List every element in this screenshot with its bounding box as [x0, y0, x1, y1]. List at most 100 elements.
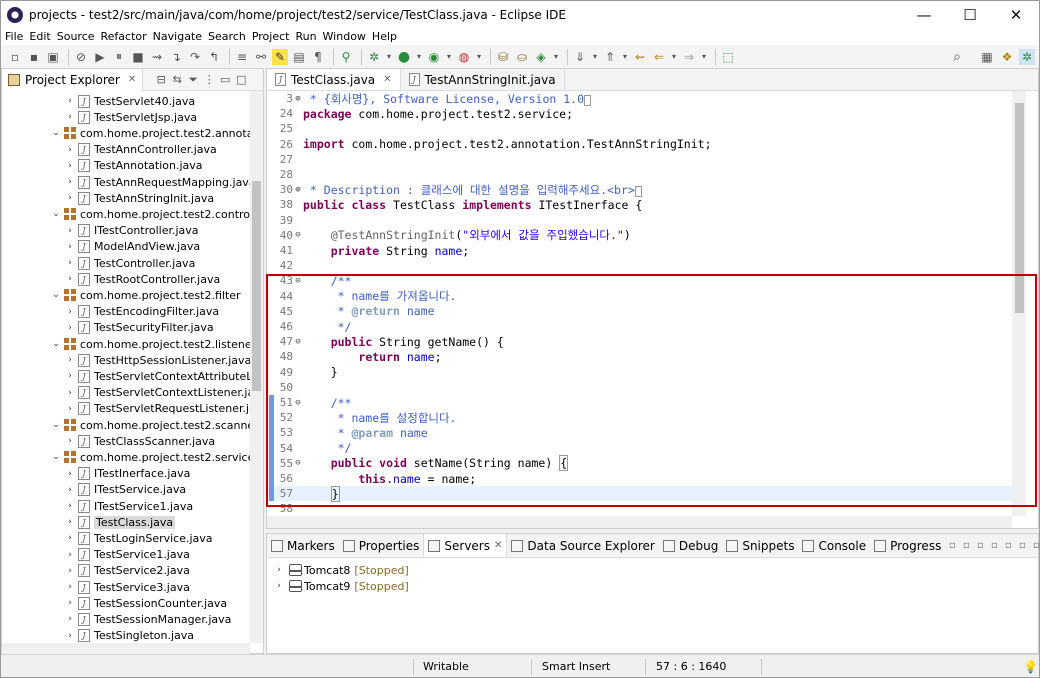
- tree-file-item[interactable]: ›J TestServletContextAttributeListe: [64, 368, 250, 384]
- minimize-view-icon[interactable]: ▫: [1029, 540, 1039, 551]
- tree-file-item[interactable]: › J ITestController.java: [64, 223, 199, 239]
- collapsed-chevron-icon[interactable]: ›: [64, 307, 76, 317]
- menu-file[interactable]: File: [5, 30, 23, 43]
- collapsed-chevron-icon[interactable]: ›: [64, 404, 76, 414]
- dropdown-icon[interactable]: ▾: [591, 49, 599, 65]
- tree-file-item[interactable]: › J TestSingleton.java: [64, 628, 194, 643]
- collapsed-chevron-icon[interactable]: ›: [64, 598, 76, 608]
- tree-file-item[interactable]: › J TestService1.java: [64, 547, 190, 563]
- tree-file-item[interactable]: › J TestSessionCounter.java: [64, 595, 227, 611]
- scrollbar-thumb[interactable]: [252, 181, 261, 391]
- tree-package-item[interactable]: ⌄ com.home.project.test2.service: [50, 449, 250, 465]
- link-with-editor-icon[interactable]: ⇆: [169, 73, 185, 87]
- tree-file-item[interactable]: › J ModelAndView.java: [64, 239, 200, 255]
- expanded-chevron-icon[interactable]: ⌄: [50, 290, 62, 300]
- stop-server-icon[interactable]: ▫: [987, 540, 1001, 551]
- tree-package-item[interactable]: ⌄ com.home.project.test2.annotation: [50, 125, 250, 141]
- disconnect-icon[interactable]: ⇝: [149, 49, 165, 65]
- collapsed-chevron-icon[interactable]: ›: [64, 485, 76, 495]
- collapsed-chevron-icon[interactable]: ›: [64, 145, 76, 155]
- tree-file-item[interactable]: › J ITestService1.java: [64, 498, 193, 514]
- tree-horizontal-scrollbar[interactable]: [2, 643, 250, 654]
- tree-file-item[interactable]: › J TestService3.java: [64, 579, 190, 595]
- tree-file-item[interactable]: › J ITestService.java: [64, 482, 186, 498]
- tree-file-item[interactable]: › J TestAnnRequestMapping.java: [64, 174, 250, 190]
- server-row[interactable]: › Tomcat8 [Stopped]: [273, 562, 409, 578]
- menu-search[interactable]: Search: [208, 30, 246, 43]
- collapsed-chevron-icon[interactable]: ›: [64, 517, 76, 527]
- tree-package-item[interactable]: ⌄ com.home.project.test2.controller: [50, 206, 250, 222]
- collapsed-chevron-icon[interactable]: ›: [64, 614, 76, 624]
- whitespace-icon[interactable]: ¶: [310, 49, 326, 65]
- code-line[interactable]: 27: [267, 152, 1012, 167]
- code-line[interactable]: 41 private String name;: [267, 243, 1012, 258]
- tree-file-item[interactable]: › J TestController.java: [64, 255, 195, 271]
- tab-properties[interactable]: Properties: [339, 534, 424, 557]
- debug-server-icon[interactable]: ▫: [959, 540, 973, 551]
- maximize-view-icon[interactable]: □: [233, 73, 249, 87]
- tab-servers[interactable]: Servers ✕: [423, 534, 508, 557]
- tree-file-item[interactable]: › J TestClass.java: [64, 514, 176, 530]
- fold-expand-icon[interactable]: ⊕: [293, 185, 303, 195]
- tree-package-item[interactable]: ⌄ com.home.project.test2.scanner: [50, 417, 250, 433]
- collapsed-chevron-icon[interactable]: ›: [64, 631, 76, 641]
- resume-icon[interactable]: ▶: [92, 49, 108, 65]
- collapsed-chevron-icon[interactable]: ›: [64, 226, 76, 236]
- fold-expand-icon[interactable]: ⊕: [293, 94, 303, 104]
- publish-icon[interactable]: ▫: [1001, 540, 1015, 551]
- coverage-icon[interactable]: ◉: [426, 49, 442, 65]
- tree-file-item[interactable]: › J TestLoginService.java: [64, 530, 213, 546]
- collapsed-chevron-icon[interactable]: ›: [64, 371, 76, 381]
- minimize-button[interactable]: —: [901, 1, 947, 28]
- tree-file-item[interactable]: › J TestSessionManager.java: [64, 611, 231, 627]
- tree-file-item[interactable]: › J TestServletJsp.java: [64, 109, 197, 125]
- collapsed-chevron-icon[interactable]: ›: [64, 161, 76, 171]
- menu-project[interactable]: Project: [252, 30, 290, 43]
- next-annotation-icon[interactable]: ⇓: [572, 49, 588, 65]
- expanded-chevron-icon[interactable]: ⌄: [50, 452, 62, 462]
- step-over-icon[interactable]: ↷: [187, 49, 203, 65]
- code-line[interactable]: 24 package com.home.project.test2.service…: [267, 106, 1012, 121]
- dropdown-icon[interactable]: ▾: [670, 49, 678, 65]
- code-line[interactable]: 40 ⊖ @TestAnnStringInit("외부에서 값을 주입했습니다."…: [267, 228, 1012, 243]
- code-line[interactable]: 39: [267, 213, 1012, 228]
- collapsed-chevron-icon[interactable]: ›: [64, 258, 76, 268]
- tab-snippets[interactable]: Snippets: [722, 534, 798, 557]
- expanded-chevron-icon[interactable]: ⌄: [50, 128, 62, 138]
- tip-bulb-icon[interactable]: 💡: [1023, 660, 1038, 674]
- forward-icon[interactable]: ⇒: [681, 49, 697, 65]
- collapsed-chevron-icon[interactable]: ›: [64, 112, 76, 122]
- tree-file-item[interactable]: › J TestAnnotation.java: [64, 158, 203, 174]
- tab-project-explorer[interactable]: Project Explorer ✕: [2, 68, 144, 91]
- server-row[interactable]: › Tomcat9 [Stopped]: [273, 578, 409, 594]
- tab-progress[interactable]: Progress: [870, 534, 945, 557]
- fold-collapse-icon[interactable]: ⊖: [293, 230, 303, 240]
- collapsed-chevron-icon[interactable]: ›: [64, 501, 76, 511]
- last-edit-icon[interactable]: ⇜: [632, 49, 648, 65]
- tree-file-item[interactable]: › J TestAnnController.java: [64, 142, 217, 158]
- step-into-icon[interactable]: ↴: [168, 49, 184, 65]
- expanded-chevron-icon[interactable]: ⌄: [50, 339, 62, 349]
- profile-server-icon[interactable]: ▫: [973, 540, 987, 551]
- tree-file-item[interactable]: › J TestAnnStringInit.java: [64, 190, 214, 206]
- code-line[interactable]: 42: [267, 258, 1012, 273]
- tree-file-item[interactable]: ›J TestServletContextListener.java: [64, 385, 250, 401]
- menu-navigate[interactable]: Navigate: [153, 30, 202, 43]
- expanded-chevron-icon[interactable]: ⌄: [50, 209, 62, 219]
- close-icon[interactable]: ✕: [494, 540, 502, 551]
- collapsed-chevron-icon[interactable]: ›: [273, 581, 285, 591]
- save-icon[interactable]: ▪: [26, 49, 42, 65]
- editor-tab[interactable]: J TestAnnStringInit.java: [401, 69, 565, 90]
- collapsed-chevron-icon[interactable]: ›: [273, 565, 285, 575]
- tab-console[interactable]: Console: [798, 534, 870, 557]
- previous-annotation-icon[interactable]: ⇑: [602, 49, 618, 65]
- menu-window[interactable]: Window: [323, 30, 366, 43]
- collapsed-chevron-icon[interactable]: ›: [64, 96, 76, 106]
- collapsed-chevron-icon[interactable]: ›: [64, 469, 76, 479]
- code-line[interactable]: 25: [267, 121, 1012, 136]
- pin-icon[interactable]: ⚲: [338, 49, 354, 65]
- collapsed-chevron-icon[interactable]: ›: [64, 177, 76, 187]
- collapsed-chevron-icon[interactable]: ›: [64, 274, 76, 284]
- run-icon[interactable]: ●: [396, 49, 412, 65]
- close-icon[interactable]: ✕: [383, 74, 391, 85]
